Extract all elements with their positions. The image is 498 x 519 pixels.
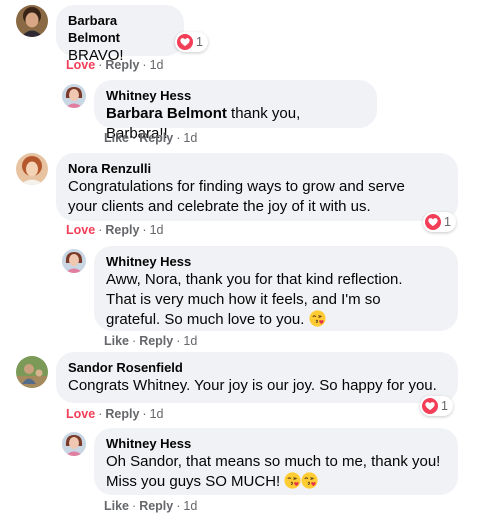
love-button[interactable]: Love xyxy=(66,407,95,421)
reply-actions: Like · Reply · 1d xyxy=(104,499,198,513)
comment-text-line: your clients and celebrate the joy of it… xyxy=(68,198,371,215)
face-blowing-kiss-icon xyxy=(284,472,301,489)
love-heart-icon xyxy=(425,214,441,230)
comment-text: Congrats Whitney. Your joy is our joy. S… xyxy=(68,377,437,394)
reply-bubble: Whitney Hess Oh Sandor, that means so mu… xyxy=(94,428,458,495)
reply-button[interactable]: Reply xyxy=(105,223,139,237)
reaction-count-badge[interactable]: 1 xyxy=(175,32,208,52)
comment-time[interactable]: 1d xyxy=(150,223,164,237)
reply-text-line-last: Miss you guys SO MUCH! xyxy=(106,472,446,492)
mention-link[interactable]: Barbara Belmont xyxy=(106,105,227,122)
avatar[interactable] xyxy=(16,5,48,37)
reply-button[interactable]: Reply xyxy=(139,499,173,513)
comment-author[interactable]: Sandor Rosenfield xyxy=(68,359,446,376)
comment-actions: Love · Reply · 1d xyxy=(66,58,164,72)
comment-actions: Love · Reply · 1d xyxy=(66,407,164,421)
comment-bubble: Barbara Belmont BRAVO! xyxy=(56,5,184,64)
love-button[interactable]: Love xyxy=(66,223,95,237)
avatar[interactable] xyxy=(62,84,86,108)
comment-bubble: Nora Renzulli Congratulations for findin… xyxy=(56,153,458,221)
comment-text-line: Congratulations for finding ways to grow… xyxy=(68,178,405,195)
reply-bubble: Whitney Hess Barbara Belmont thank you, … xyxy=(94,80,377,142)
reply-text-fragment: grateful. So much love to you. xyxy=(106,311,305,328)
like-button[interactable]: Like xyxy=(104,499,129,513)
avatar[interactable] xyxy=(62,249,86,273)
comment-time[interactable]: 1d xyxy=(150,58,164,72)
reaction-count-badge[interactable]: 1 xyxy=(420,396,453,416)
like-button[interactable]: Like xyxy=(104,334,129,348)
reply-button[interactable]: Reply xyxy=(105,58,139,72)
avatar[interactable] xyxy=(16,153,48,185)
reply-button[interactable]: Reply xyxy=(105,407,139,421)
reply-button[interactable]: Reply xyxy=(139,334,173,348)
reply-actions: Like · Reply · 1d xyxy=(104,334,198,348)
reply-text-fragment: Miss you guys SO MUCH! xyxy=(106,473,281,490)
face-blowing-kiss-icon xyxy=(309,310,326,327)
reply-author[interactable]: Whitney Hess xyxy=(106,87,365,104)
reaction-count-badge[interactable]: 1 xyxy=(423,212,456,232)
love-button[interactable]: Love xyxy=(66,58,95,72)
love-heart-icon xyxy=(177,34,193,50)
comment-time[interactable]: 1d xyxy=(183,499,197,513)
comment-time[interactable]: 1d xyxy=(183,131,197,145)
reply-text-line: That is very much how it feels, and I'm … xyxy=(106,291,381,308)
comment-time[interactable]: 1d xyxy=(183,334,197,348)
face-blowing-kiss-icon xyxy=(301,472,318,489)
love-heart-icon xyxy=(422,398,438,414)
avatar[interactable] xyxy=(16,356,48,388)
reaction-count: 1 xyxy=(444,215,451,229)
reply-author[interactable]: Whitney Hess xyxy=(106,253,446,270)
avatar[interactable] xyxy=(62,432,86,456)
reply-text-line-last: grateful. So much love to you. xyxy=(106,310,446,330)
reply-text-line: Oh Sandor, that means so much to me, tha… xyxy=(106,453,441,470)
reply-bubble: Whitney Hess Aww, Nora, thank you for th… xyxy=(94,246,458,331)
reaction-count: 1 xyxy=(441,399,448,413)
reply-button[interactable]: Reply xyxy=(139,131,173,145)
comment-actions: Love · Reply · 1d xyxy=(66,223,164,237)
reply-actions: Like · Reply · 1d xyxy=(104,131,198,145)
reply-text-line: Aww, Nora, thank you for that kind refle… xyxy=(106,271,403,288)
like-button[interactable]: Like xyxy=(104,131,129,145)
comment-author[interactable]: Nora Renzulli xyxy=(68,160,446,177)
reaction-count: 1 xyxy=(196,35,203,49)
comment-bubble: Sandor Rosenfield Congrats Whitney. Your… xyxy=(56,352,458,403)
comment-author[interactable]: Barbara Belmont xyxy=(68,12,172,46)
reply-author[interactable]: Whitney Hess xyxy=(106,435,446,452)
comment-time[interactable]: 1d xyxy=(150,407,164,421)
